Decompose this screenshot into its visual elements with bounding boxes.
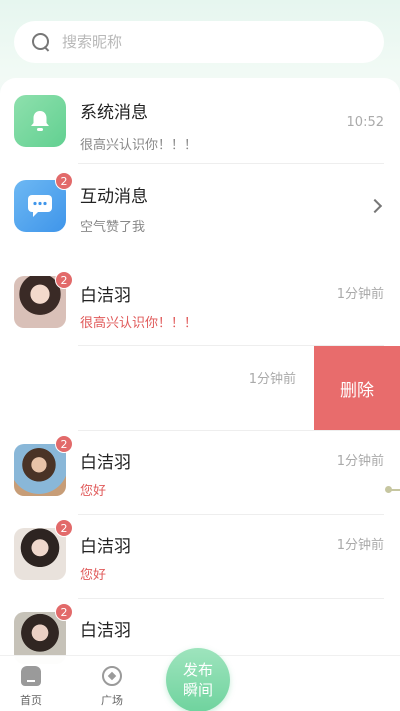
chat-time: 1分钟前 [248,372,296,387]
avatar [14,528,66,580]
chat-name: 白洁羽 [80,621,131,641]
chat-time: 1分钟前 [336,538,384,553]
unread-badge: 2 [55,519,73,537]
bell-icon [14,95,66,147]
chat-row[interactable]: 2 白洁羽 您好 1分钟前 [0,516,400,600]
chat-row[interactable]: 2 白洁羽 您好 1分钟前 [0,432,400,516]
interaction-message-preview: 空气赞了我 [80,220,146,235]
divider [78,514,384,515]
tab-home[interactable]: 首页 [11,666,51,708]
chat-time: 1分钟前 [336,454,384,469]
unread-badge: 2 [55,172,73,190]
system-message-time: 10:52 [346,115,384,130]
tab-plaza-label: 广场 [101,694,123,707]
search-icon [30,31,52,53]
publish-label-line1: 发布 [182,661,213,679]
search-bar[interactable] [14,21,384,63]
message-list: 系统消息 很高兴认识你！！！ 10:52 2 互动消息 空气赞了我 2 白洁羽 … [0,78,400,711]
chat-name: 白洁羽 [80,286,131,306]
divider [78,430,400,431]
divider [78,598,384,599]
chat-row-swiped[interactable]: 1分钟前 删除 [0,346,400,430]
avatar [14,444,66,496]
search-input[interactable] [62,33,352,51]
system-message-row[interactable]: 系统消息 很高兴认识你！！！ 10:52 [0,78,400,162]
tab-home-label: 首页 [20,694,42,707]
chevron-right-icon [367,198,383,214]
chat-row[interactable]: 2 白洁羽 很高兴认识你！！！ 1分钟前 [0,260,400,344]
chat-name: 白洁羽 [80,537,131,557]
interaction-message-row[interactable]: 2 互动消息 空气赞了我 [0,164,400,248]
publish-label-line2: 瞬间 [182,681,213,699]
chat-name: 白洁羽 [80,453,131,473]
chat-preview: 很高兴认识你！！！ [80,316,198,331]
delete-button[interactable]: 删除 [314,346,400,430]
unread-badge: 2 [55,435,73,453]
unread-badge: 2 [55,271,73,289]
drag-handle-dot [385,486,392,493]
chat-preview: 您好 [80,568,107,583]
tab-plaza[interactable]: 广场 [92,666,132,708]
home-icon [21,666,41,686]
system-message-preview: 很高兴认识你！！！ [80,138,198,153]
unread-badge: 2 [55,603,73,621]
compass-icon [102,666,122,686]
chat-preview: 您好 [80,484,107,499]
chat-time: 1分钟前 [336,287,384,302]
publish-moment-button[interactable]: 发布 瞬间 [166,648,230,711]
system-message-title: 系统消息 [80,103,148,123]
interaction-message-title: 互动消息 [80,187,148,207]
